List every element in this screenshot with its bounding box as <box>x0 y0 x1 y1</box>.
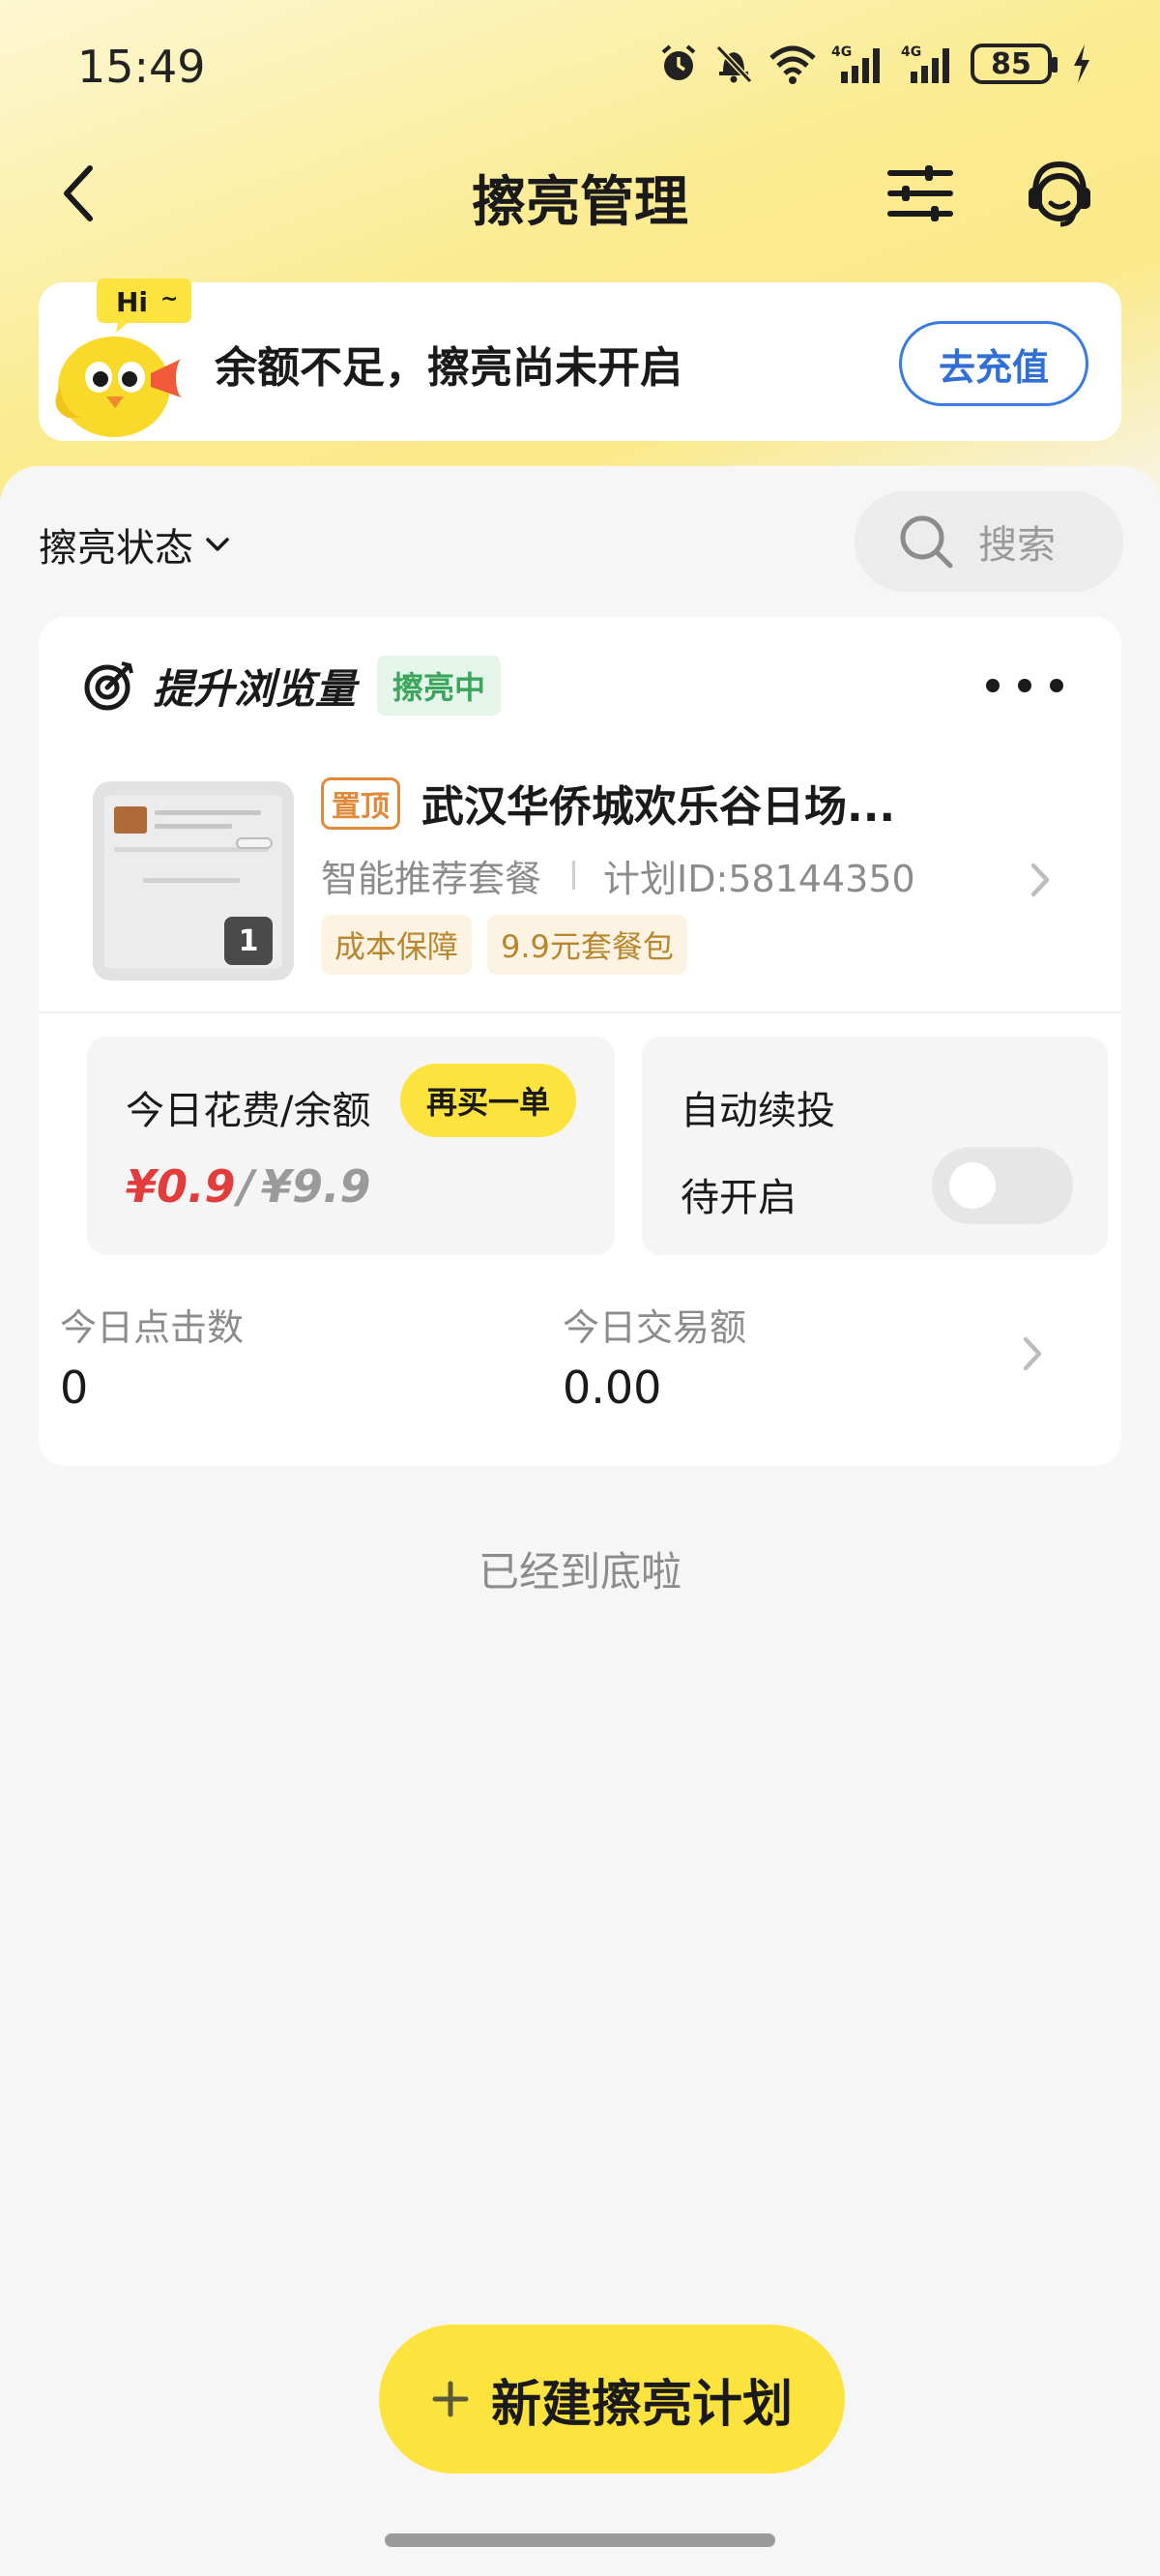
status-filter-label: 擦亮状态 <box>39 526 193 571</box>
mascot-hi-text: Hi <box>116 286 148 318</box>
plan-package: 智能推荐套餐 <box>321 858 542 900</box>
status-filter-dropdown[interactable]: 擦亮状态 <box>39 516 230 572</box>
wifi-icon <box>769 45 816 84</box>
home-indicator[interactable] <box>385 2533 775 2547</box>
customer-service-button[interactable] <box>1021 153 1098 234</box>
alert-message: 余额不足，擦亮尚未开启 <box>215 343 682 393</box>
signal-4g-icon: 4G <box>901 44 949 83</box>
spend-balance-value: ¥9.9 <box>261 1160 371 1213</box>
plus-icon <box>432 2381 469 2417</box>
new-plan-label: 新建擦亮计划 <box>490 2375 793 2434</box>
alarm-icon <box>661 44 696 80</box>
chevron-right-icon[interactable] <box>1021 1334 1044 1373</box>
divider <box>39 1011 1121 1013</box>
svg-text:~: ~ <box>160 287 178 311</box>
customer-service-icon <box>1029 161 1090 227</box>
plan-id: 计划ID:58144350 <box>603 858 915 900</box>
page-title: 擦亮管理 <box>472 171 688 234</box>
list-end-text: 已经到底啦 <box>478 1548 682 1595</box>
status-time: 15:49 <box>77 41 206 93</box>
image-count-badge: 1 <box>224 917 273 965</box>
mute-icon <box>715 44 753 84</box>
charging-icon <box>1074 44 1089 83</box>
auto-renew-panel: 自动续投 待开启 <box>642 1037 1108 1255</box>
search-input[interactable]: 搜索 <box>855 491 1123 592</box>
chevron-right-icon[interactable] <box>1029 861 1052 899</box>
divider <box>572 861 575 890</box>
more-options-icon[interactable] <box>986 671 1063 700</box>
balance-alert-banner: Hi ~ 余额不足，擦亮尚未开启 去充值 <box>39 278 1121 441</box>
chevron-down-icon <box>206 538 229 551</box>
search-placeholder: 搜索 <box>978 523 1056 568</box>
status-icons: 4G 4G 85 <box>657 43 1092 85</box>
filter-sliders-icon <box>887 165 953 221</box>
signal-4g-icon: 4G <box>831 44 880 83</box>
plan-header: 提升浏览量 擦亮中 <box>83 656 502 716</box>
auto-renew-status: 待开启 <box>681 1176 797 1220</box>
clicks-label: 今日点击数 <box>60 1306 245 1349</box>
spend-label: 今日花费/余额 <box>126 1089 371 1133</box>
toggle-knob <box>949 1162 996 1209</box>
target-icon <box>84 661 133 711</box>
plan-goal: 提升浏览量 <box>153 664 357 713</box>
status-bar: 15:49 4G 4G 85 <box>0 0 1160 135</box>
nav-bar: 擦亮管理 <box>0 135 1160 251</box>
mascot-chick-icon: Hi ~ <box>55 278 191 437</box>
gmv-label: 今日交易额 <box>563 1306 747 1349</box>
pinned-tag: 置顶 <box>321 777 400 830</box>
svg-text:4G: 4G <box>831 44 852 60</box>
rebuy-button[interactable]: 再买一单 <box>400 1064 576 1137</box>
battery-icon: 85 <box>971 44 1058 84</box>
spend-separator: / <box>238 1160 254 1213</box>
status-badge: 擦亮中 <box>377 656 502 716</box>
auto-renew-label: 自动续投 <box>681 1089 835 1133</box>
gmv-value: 0.00 <box>563 1361 662 1414</box>
auto-renew-toggle[interactable] <box>932 1147 1073 1224</box>
plan-title: 武汉华侨城欢乐谷日场... <box>421 782 896 832</box>
search-icon <box>900 515 953 569</box>
new-plan-button[interactable]: 新建擦亮计划 <box>379 2325 845 2474</box>
svg-text:4G: 4G <box>901 44 921 60</box>
recharge-button[interactable]: 去充值 <box>899 321 1088 406</box>
clicks-value: 0 <box>60 1361 89 1414</box>
filter-button[interactable] <box>882 155 959 232</box>
spend-today-value: ¥0.9 <box>126 1160 236 1213</box>
package-tag: 9.9元套餐包 <box>487 915 687 975</box>
plan-card[interactable]: 提升浏览量 擦亮中 1 置顶 武汉华侨城欢乐谷日场... 智能推荐套餐 计划ID… <box>39 617 1121 1466</box>
cost-guarantee-tag: 成本保障 <box>321 915 473 975</box>
spend-panel: 今日花费/余额 再买一单 ¥0.9 / ¥9.9 <box>87 1037 615 1255</box>
